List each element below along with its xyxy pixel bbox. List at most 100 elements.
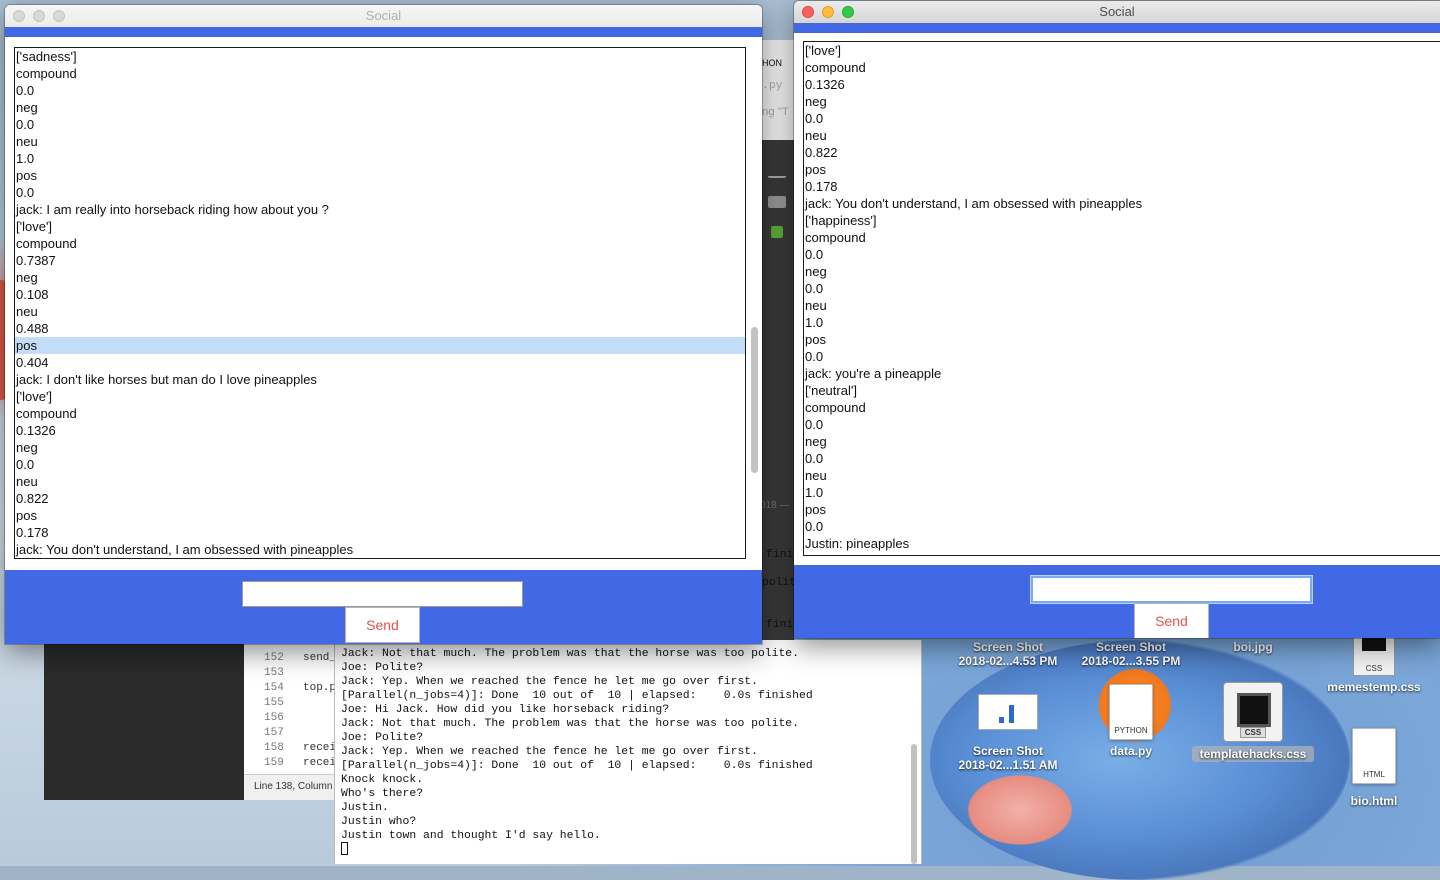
list-item[interactable]: neu (15, 303, 745, 320)
zoom-button[interactable] (53, 10, 65, 22)
list-item[interactable]: neu (804, 127, 1440, 144)
list-item[interactable]: pos (804, 501, 1440, 518)
list-item[interactable]: 0.178 (15, 524, 745, 541)
list-item[interactable]: 0.0 (804, 416, 1440, 433)
list-item[interactable]: compound (804, 399, 1440, 416)
list-item[interactable]: 1.0 (804, 484, 1440, 501)
send-button[interactable]: Send (1134, 603, 1209, 638)
desktop-icon-screenshot-1[interactable]: Screen Shot 2018-02...4.53 PM (945, 640, 1071, 668)
list-item[interactable]: Justin: pineapples (804, 535, 1440, 552)
list-item[interactable]: neg (15, 99, 745, 116)
list-item[interactable]: neg (804, 263, 1440, 280)
list-item[interactable]: pos (804, 331, 1440, 348)
screenshot-thumbnail-icon (978, 694, 1038, 730)
desktop-icon-templatehacks[interactable]: CSS templatehacks.css (1192, 682, 1314, 762)
list-item[interactable]: 0.0 (15, 456, 745, 473)
list-item[interactable]: ['sadness'] (15, 48, 745, 65)
desktop-icon-screenshot-3[interactable]: Screen Shot 2018-02...1.51 AM (945, 694, 1071, 772)
list-item[interactable]: 0.1326 (15, 422, 745, 439)
message-list-scrollbar[interactable] (751, 327, 758, 473)
window-titlebar[interactable]: Social (5, 5, 762, 28)
python-file-icon: PYTHON (1109, 684, 1153, 740)
terminal-line: Justin. (341, 802, 389, 814)
list-item[interactable]: jack: I am really into horseback riding … (15, 201, 745, 218)
message-input[interactable] (242, 581, 523, 607)
terminal-scrollbar[interactable] (911, 744, 917, 864)
list-item[interactable]: neu (804, 467, 1440, 484)
desktop-icon-bio-html[interactable]: HTML bio.html (1322, 728, 1426, 808)
list-item[interactable]: 1.0 (804, 314, 1440, 331)
minimize-button[interactable] (822, 6, 834, 18)
list-item[interactable]: neu (804, 297, 1440, 314)
list-item[interactable]: jack: You don't understand, I am obsesse… (15, 541, 745, 558)
social-window-right[interactable]: Social ['love'] compound 0.1326 neg 0.0 neu 0.… (794, 1, 1440, 638)
desktop-icon-screenshot-2[interactable]: Screen Shot 2018-02...3.55 PM (1068, 640, 1194, 668)
list-item[interactable]: neu (15, 473, 745, 490)
list-item[interactable]: 0.0 (15, 116, 745, 133)
list-item[interactable]: 0.0 (15, 82, 745, 99)
list-item[interactable]: jack: you're a pineapple (804, 365, 1440, 382)
list-item[interactable]: pos (804, 161, 1440, 178)
list-item[interactable]: compound (804, 229, 1440, 246)
list-item[interactable]: 0.0 (804, 280, 1440, 297)
list-item[interactable]: 0.108 (15, 286, 745, 303)
send-button[interactable]: Send (345, 607, 420, 643)
list-item[interactable]: compound (15, 65, 745, 82)
icon-label: memestemp.css (1327, 680, 1421, 694)
window-titlebar[interactable]: Social (794, 1, 1440, 24)
list-item[interactable]: 0.0 (804, 110, 1440, 127)
list-item[interactable]: 0.178 (804, 178, 1440, 195)
list-item[interactable]: 1.0 (15, 150, 745, 167)
close-button[interactable] (802, 6, 814, 18)
list-item[interactable]: jack: You don't understand, I am obsesse… (804, 195, 1440, 212)
list-item[interactable]: ['love'] (15, 388, 745, 405)
list-item[interactable]: 0.0 (804, 348, 1440, 365)
list-item[interactable]: neg (804, 433, 1440, 450)
list-item[interactable]: 0.0 (804, 246, 1440, 263)
list-item[interactable]: pos (15, 507, 745, 524)
minimize-button[interactable] (33, 10, 45, 22)
list-item[interactable]: 0.0 (15, 184, 745, 201)
list-item[interactable]: 0.7387 (15, 252, 745, 269)
message-list[interactable]: ['sadness'] compound 0.0 neg 0.0 neu 1.0 pos 0.0… (14, 47, 746, 559)
list-item[interactable]: 0.404 (15, 354, 745, 371)
list-item[interactable]: compound (15, 235, 745, 252)
list-item[interactable]: 0.488 (15, 320, 745, 337)
list-item[interactable]: neg (15, 269, 745, 286)
zoom-button[interactable] (842, 6, 854, 18)
list-item[interactable]: 0.1326 (804, 76, 1440, 93)
list-item[interactable]: compound (15, 405, 745, 422)
send-button-label: Send (366, 617, 399, 633)
terminal-line: Knock knock. (341, 774, 424, 786)
background-label: fini (766, 619, 794, 631)
list-item[interactable]: 0.0 (804, 450, 1440, 467)
list-item[interactable]: 0.822 (15, 490, 745, 507)
list-item[interactable]: ['happiness'] (804, 212, 1440, 229)
list-item[interactable]: jack: I don't like horses but man do I l… (15, 371, 745, 388)
list-item[interactable]: ['neutral'] (804, 382, 1440, 399)
desktop-icon-boi[interactable]: boi.jpg (1200, 640, 1306, 654)
list-item[interactable]: 0.822 (804, 144, 1440, 161)
message-input[interactable] (1031, 576, 1312, 603)
list-item[interactable]: neg (804, 93, 1440, 110)
list-item[interactable]: pos (15, 167, 745, 184)
list-item[interactable]: ['love'] (804, 42, 1440, 59)
close-button[interactable] (13, 10, 25, 22)
list-item[interactable]: 0.0 (804, 518, 1440, 535)
lego-icon (768, 196, 786, 208)
line-number: 158 (264, 742, 284, 754)
social-window-left[interactable]: Social ['sadness'] compound 0.0 neg 0.0 neu 1.… (5, 5, 762, 644)
terminal-line: [Parallel(n_jobs=4)]: Done 10 out of 10 … (341, 690, 813, 702)
header-strip (5, 27, 762, 37)
list-item[interactable]: ['love'] (15, 218, 745, 235)
list-item[interactable]: neg (15, 439, 745, 456)
list-item[interactable]: pos (15, 337, 745, 354)
desktop-icon-memestemp[interactable]: CSS memestemp.css (1318, 635, 1430, 694)
code-line: recei (303, 742, 337, 754)
terminal-window[interactable]: Jack: Not that much. The problem was tha… (334, 640, 922, 864)
list-item[interactable]: compound (804, 59, 1440, 76)
icon-label-line1: Screen Shot (972, 640, 1044, 654)
list-item[interactable]: neu (15, 133, 745, 150)
message-list[interactable]: ['love'] compound 0.1326 neg 0.0 neu 0.822 pos 0… (803, 41, 1440, 556)
desktop-icon-data-py[interactable]: PYTHON data.py (1078, 684, 1184, 758)
